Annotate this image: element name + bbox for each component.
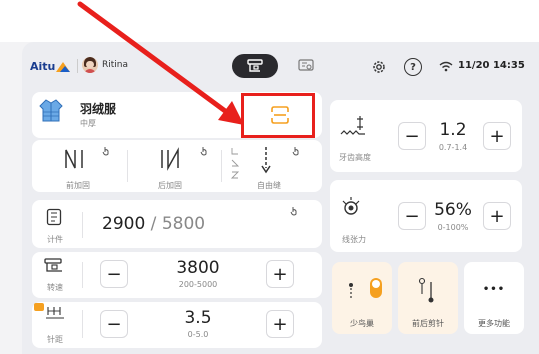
tension-plus-button[interactable]: +: [483, 202, 511, 230]
avatar[interactable]: [82, 57, 98, 73]
fabric-sub: 中厚: [80, 119, 96, 128]
hand-touch-icon: [200, 147, 207, 156]
count-current: 2900: [102, 214, 146, 234]
toggle-switch[interactable]: [370, 278, 382, 298]
function-label: 少鸟巢: [350, 319, 374, 328]
less-nest-icon: [349, 283, 353, 300]
hand-touch-icon[interactable]: [290, 206, 298, 216]
speed-label: 转速: [47, 283, 63, 292]
stitch-length-icon: [46, 307, 64, 319]
stitch-length-plus-button[interactable]: +: [266, 310, 294, 338]
tab-pattern[interactable]: [290, 54, 322, 78]
wifi-icon: [439, 61, 453, 72]
mini-pattern-icon: [230, 148, 240, 179]
jacket-image: [38, 97, 64, 123]
screen: Aitu Ritina ? 11/20 14:35 羽绒服 中厚 前加固 后加固…: [0, 0, 539, 354]
count-target: 5800: [161, 214, 206, 234]
stitch-length-label: 针距: [47, 335, 63, 344]
mode-label: 自由缝: [257, 181, 281, 190]
gear-icon: [373, 61, 385, 73]
brand-logo: Aitu: [30, 60, 71, 73]
tension-range: 0-100%: [437, 223, 469, 232]
settings-button[interactable]: [370, 58, 388, 76]
mode-label: 前加固: [66, 181, 90, 190]
more-icon: •••: [482, 284, 506, 295]
mode-front-reinforce[interactable]: 前加固: [40, 142, 126, 190]
pattern-screen-icon: [298, 59, 314, 71]
sewing-machine-icon: [44, 258, 62, 272]
stitch-length-minus-button[interactable]: −: [100, 310, 128, 338]
mode-back-reinforce[interactable]: 后加固: [130, 142, 216, 190]
help-button[interactable]: ?: [404, 58, 422, 76]
tab-sewing[interactable]: [232, 54, 278, 78]
function-label: 前后剪针: [412, 319, 444, 328]
tooth-height-range: 0.7-1.4: [438, 143, 468, 152]
jacket-icon: [39, 99, 63, 122]
mode-toggle: [232, 54, 322, 78]
mode-label: 后加固: [158, 181, 182, 190]
count-separator: /: [145, 214, 162, 234]
tooth-height-minus-button[interactable]: −: [398, 122, 426, 150]
stitch-length-value: 3.5: [184, 308, 212, 328]
function-less-nest[interactable]: 少鸟巢: [332, 262, 392, 334]
speed-minus-button[interactable]: −: [100, 260, 128, 288]
tooth-height-plus-button[interactable]: +: [483, 122, 511, 150]
hand-touch-icon: [102, 147, 109, 156]
function-label: 更多功能: [478, 319, 510, 328]
new-badge: [34, 303, 44, 311]
speed-range: 200-5000: [178, 280, 218, 289]
tension-icon: [342, 197, 360, 215]
sewing-machine-icon: [247, 59, 263, 72]
count-label: 计件: [47, 235, 63, 244]
hand-touch-icon: [292, 147, 299, 156]
speed-plus-button[interactable]: +: [266, 260, 294, 288]
tension-minus-button[interactable]: −: [398, 202, 426, 230]
highlight-box: [241, 93, 315, 138]
tension-label: 线张力: [342, 235, 366, 244]
tooth-height-value: 1.2: [439, 120, 467, 140]
user-name: Ritina: [102, 60, 129, 70]
clock: 11/20 14:35: [458, 60, 525, 71]
front-back-cut-icon: [418, 277, 434, 303]
speed-value: 3800: [176, 258, 220, 278]
top-margin: [0, 0, 539, 42]
free-sew-icon: [261, 147, 271, 174]
piece-count-icon: [46, 208, 62, 226]
mode-free-sew[interactable]: 自由缝: [224, 142, 320, 190]
count-value: 2900 / 5800: [102, 214, 205, 234]
tooth-height-label: 牙齿高度: [339, 153, 371, 162]
tension-value: 56%: [434, 200, 472, 220]
function-more[interactable]: ••• 更多功能: [464, 262, 524, 334]
back-reinforce-icon: [161, 147, 179, 171]
stitch-length-range: 0-5.0: [187, 330, 209, 339]
tooth-height-icon: [340, 116, 365, 135]
brand-mark-icon: [56, 61, 71, 72]
front-reinforce-icon: [65, 149, 83, 169]
fabric-name: 羽绒服: [80, 102, 117, 116]
function-front-back-cut[interactable]: 前后剪针: [398, 262, 458, 334]
brand-text: Aitu: [30, 60, 56, 73]
